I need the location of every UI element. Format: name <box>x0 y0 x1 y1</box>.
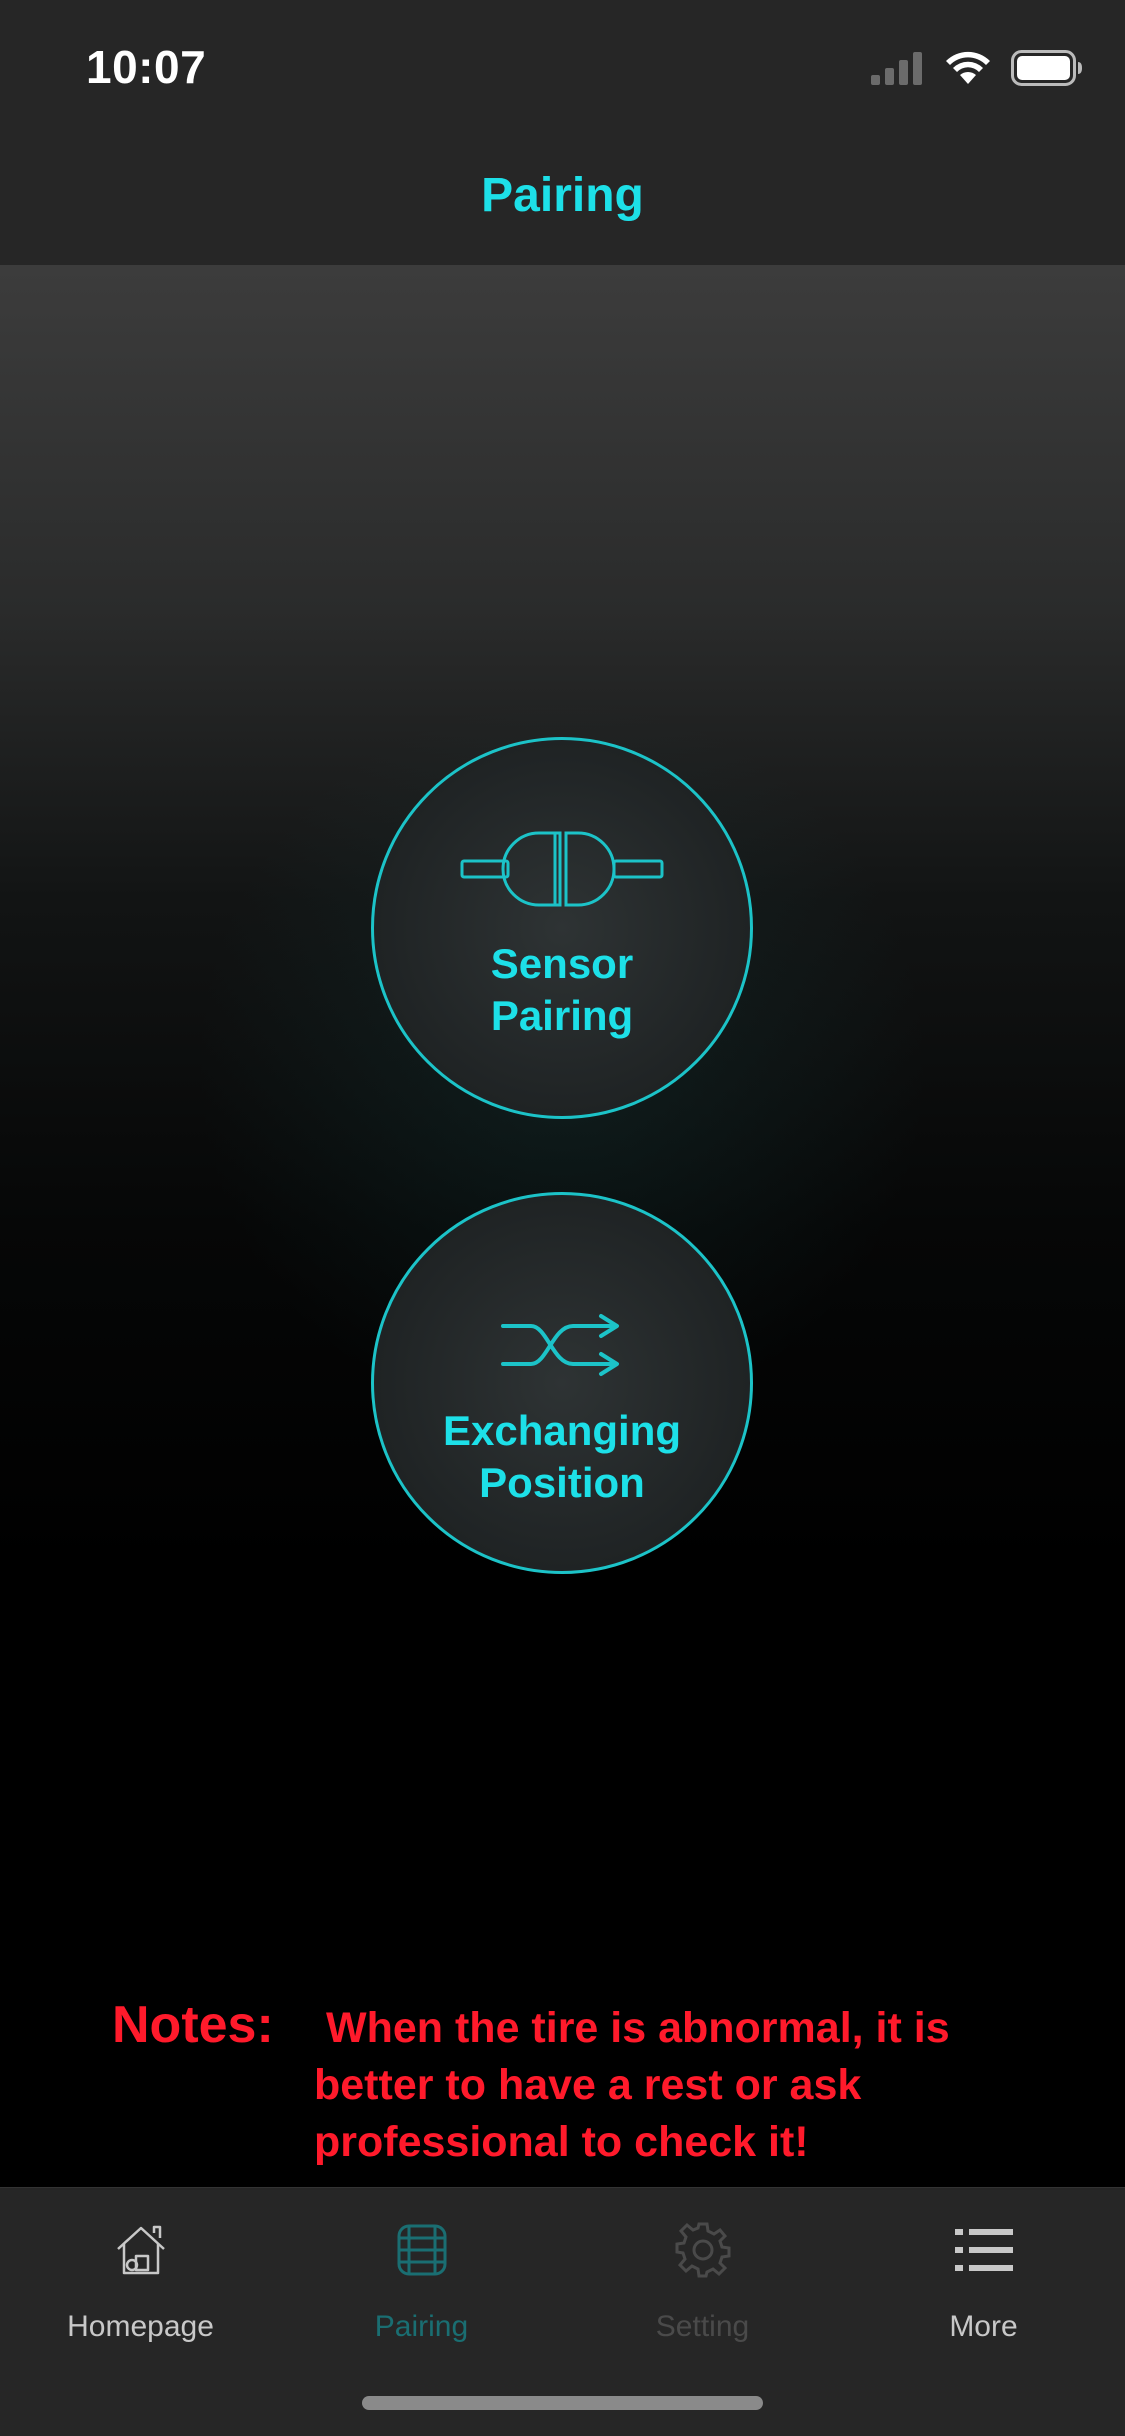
top-bar: 10:07 Pairing <box>0 0 1125 265</box>
plug-connector-icon <box>374 828 750 910</box>
pairing-screen: 10:07 Pairing Sensor Pairing Exchanging … <box>0 0 1125 2436</box>
exchanging-position-label: Exchanging Position <box>442 1407 682 1506</box>
tab-homepage[interactable]: Homepage <box>0 2218 281 2348</box>
page-title: Pairing <box>481 169 644 222</box>
wifi-icon <box>945 51 991 90</box>
home-icon <box>0 2218 281 2282</box>
main-content: Sensor Pairing Exchanging Position <box>0 265 1125 2187</box>
tab-more[interactable]: More <box>843 2218 1124 2348</box>
notes-text: When the tire is abnormal, it is better … <box>314 2004 950 2166</box>
notes-label: Notes: <box>112 1996 274 2054</box>
status-icons <box>871 50 1083 91</box>
status-time: 10:07 <box>86 41 207 93</box>
tab-pairing[interactable]: Pairing <box>281 2218 562 2348</box>
gear-icon <box>562 2218 843 2282</box>
list-icon <box>843 2218 1124 2282</box>
tab-setting[interactable]: Setting <box>562 2218 843 2348</box>
sensor-pairing-button[interactable]: Sensor Pairing <box>371 737 753 1119</box>
shuffle-arrows-icon <box>374 1312 750 1378</box>
home-indicator[interactable] <box>362 2396 763 2410</box>
battery-icon <box>1011 50 1083 91</box>
signal-icon <box>871 51 925 90</box>
sensor-pairing-label: Sensor Pairing <box>490 940 634 1039</box>
tire-icon <box>281 2218 562 2282</box>
exchanging-position-button[interactable]: Exchanging Position <box>371 1192 753 1574</box>
